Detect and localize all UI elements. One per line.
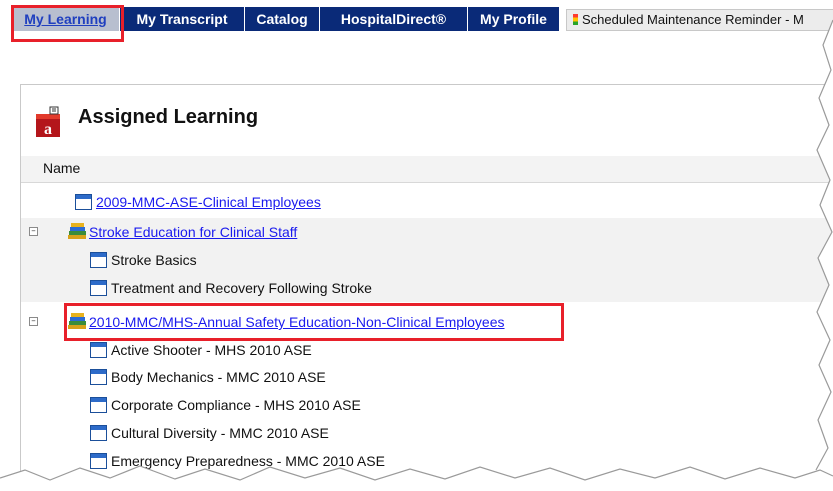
list-item: Treatment and Recovery Following Stroke: [21, 274, 833, 302]
collapse-toggle[interactable]: –: [29, 317, 38, 326]
maintenance-notice-tab[interactable]: Scheduled Maintenance Reminder - M: [566, 9, 833, 31]
notice-text: Scheduled Maintenance Reminder - M: [582, 12, 804, 27]
list-item: Cultural Diversity - MMC 2010 ASE: [21, 419, 833, 447]
course-title: Cultural Diversity - MMC 2010 ASE: [111, 425, 329, 441]
list-item: Body Mechanics - MMC 2010 ASE: [21, 363, 833, 391]
course-title: Stroke Basics: [111, 252, 197, 268]
list-item: Emergency Preparedness - MMC 2010 ASE: [21, 447, 833, 475]
curriculum-link[interactable]: 2010-MMC/MHS-Annual Safety Education-Non…: [89, 314, 505, 330]
column-header-label: Name: [43, 160, 81, 176]
curriculum-link[interactable]: Stroke Education for Clinical Staff: [89, 224, 297, 240]
collapse-toggle[interactable]: –: [29, 227, 38, 236]
list-item: Stroke Basics: [21, 246, 833, 274]
course-title: Emergency Preparedness - MMC 2010 ASE: [111, 453, 385, 469]
group-row: – 2010-MMC/MHS-Annual Safety Education-N…: [21, 308, 833, 336]
svg-text:a: a: [44, 121, 52, 138]
name-column-header[interactable]: Name: [21, 156, 833, 183]
assigned-learning-icon: a: [36, 106, 60, 138]
tab-hospitaldirect[interactable]: HospitalDirect®: [320, 7, 468, 31]
course-icon: [90, 397, 107, 413]
group-row: – Stroke Education for Clinical Staff: [21, 218, 833, 246]
course-icon: [90, 280, 107, 296]
curriculum-books-icon: [68, 313, 86, 329]
course-icon: [90, 425, 107, 441]
course-icon: [75, 194, 92, 210]
course-title: Active Shooter - MHS 2010 ASE: [111, 342, 312, 358]
course-title: Body Mechanics - MMC 2010 ASE: [111, 369, 326, 385]
course-icon: [90, 252, 107, 268]
course-link[interactable]: 2009-MMC-ASE-Clinical Employees: [96, 194, 321, 210]
tab-bar: My Learning My Transcript Catalog Hospit…: [0, 0, 833, 38]
tab-my-learning[interactable]: My Learning: [12, 7, 120, 31]
course-icon: [90, 369, 107, 385]
course-title: Corporate Compliance - MHS 2010 ASE: [111, 397, 361, 413]
course-title: Treatment and Recovery Following Stroke: [111, 280, 372, 296]
course-icon: [90, 342, 107, 358]
traffic-light-icon: [573, 14, 578, 25]
tab-catalog[interactable]: Catalog: [245, 7, 320, 31]
list-item: 2009-MMC-ASE-Clinical Employees: [21, 188, 833, 216]
section-title: Assigned Learning: [78, 106, 259, 128]
tab-my-transcript[interactable]: My Transcript: [120, 7, 245, 31]
list-item: Corporate Compliance - MHS 2010 ASE: [21, 391, 833, 419]
course-icon: [90, 453, 107, 469]
curriculum-books-icon: [68, 223, 86, 239]
tab-my-profile[interactable]: My Profile: [468, 7, 560, 31]
list-item: Active Shooter - MHS 2010 ASE: [21, 336, 833, 364]
